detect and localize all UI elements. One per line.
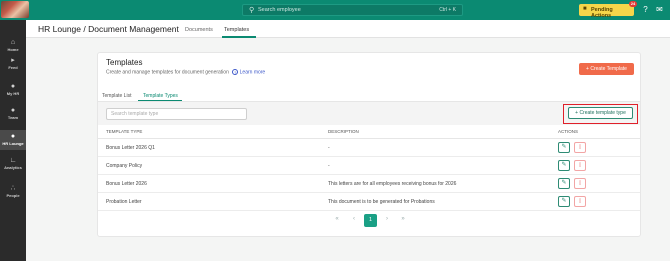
tab-documents[interactable]: Documents [185,27,213,33]
employee-search-input[interactable]: ⚲ Search employee Ctrl + K [242,4,463,16]
megaphone-icon: ▸ [11,57,15,64]
previous-page-icon[interactable]: ‹ [349,216,359,222]
template-type-cell: Bonus Letter 2026 Q1 [106,145,155,151]
sidebar-item-team[interactable]: ● Team [0,104,26,124]
page-button-current[interactable]: 1 [364,214,377,227]
pending-actions-button[interactable]: ■ Pending Actions 24 [579,1,637,19]
first-page-icon[interactable]: « [332,216,342,222]
trash-icon: ▯ [578,198,582,204]
template-type-cell: Probation Letter [106,199,142,205]
sidebar-item-analytics[interactable]: ∟ Analytics [0,154,26,174]
pagination: « ‹ 1 › » [98,213,640,229]
help-icon: ? [232,69,239,75]
sidebar-item-hr-lounge[interactable]: ● HR Lounge [0,130,26,150]
top-bar: ⚲ Search employee Ctrl + K ■ Pending Act… [0,0,670,20]
sidebar-item-label: HR Lounge [2,141,24,146]
plus-icon: + [575,110,579,116]
template-type-cell: Bonus Letter 2026 [106,181,147,187]
card-subtitle: Create and manage templates for document… [106,69,265,75]
sidebar-item-my-hr[interactable]: ● My HR [0,80,26,100]
hr-lounge-icon: ● [10,133,16,140]
announcement-icon[interactable]: ✉ [655,5,664,14]
card-title: Templates [106,58,143,67]
page-header: HR Lounge / Document Management Document… [26,20,670,38]
sidebar-item-label: My HR [6,91,20,96]
description-cell: - [328,163,330,169]
chart-icon: ∟ [9,157,17,164]
tab-template-types[interactable]: Template Types [143,93,178,99]
table-row: Probation Letter This document is to be … [98,193,640,211]
sidebar-item-label: People [6,193,20,198]
create-template-type-button[interactable]: + Create template type [568,107,633,119]
trash-icon: ▯ [578,144,582,150]
card-subtitle-text: Create and manage templates for document… [106,69,229,76]
table-header: TEMPLATE TYPE DESCRIPTION ACTIONS [98,125,640,139]
company-logo[interactable] [1,1,29,18]
template-type-cell: Company Policy [106,163,143,169]
delete-button[interactable]: ▯ [574,160,586,171]
sidebar-item-label: Team [7,115,19,120]
edit-button[interactable]: ✎ [558,160,570,171]
help-icon[interactable]: ? [641,5,650,14]
pencil-icon: ✎ [561,162,567,168]
description-cell: - [328,145,330,151]
tab-templates[interactable]: Templates [224,27,249,33]
pencil-icon: ✎ [561,144,567,150]
sidebar-item-label: Analytics [4,165,22,170]
delete-button[interactable]: ▯ [574,178,586,189]
templates-card: Templates Create and manage templates fo… [97,52,641,237]
table-row: Company Policy - ✎ ▯ [98,157,640,175]
template-type-search-input[interactable]: Search template type [106,108,247,120]
search-placeholder: Search template type [111,111,159,117]
next-page-icon[interactable]: › [382,216,392,222]
sidebar: ⌂ Home ▸ Feed ● My HR ● Team ● HR Lounge… [0,20,26,261]
tab-template-list[interactable]: Template List [102,93,131,99]
trash-icon: ▯ [578,180,582,186]
description-cell: This document is to be generated for Pro… [328,199,435,205]
page-title: HR Lounge / Document Management [38,24,179,34]
pencil-icon: ✎ [561,198,567,204]
delete-button[interactable]: ▯ [574,196,586,207]
team-icon: ● [10,107,16,114]
user-icon: ● [10,83,16,90]
search-icon: ⚲ [249,7,255,14]
sidebar-item-label: Feed [8,65,18,70]
sidebar-item-people[interactable]: ∴ People [0,182,26,202]
search-shortcut: Ctrl + K [439,7,456,13]
create-template-type-label: Create template type [579,110,626,116]
description-cell: This letters are for all employees recei… [328,181,457,187]
column-description: DESCRIPTION [328,129,359,134]
column-actions: ACTIONS [558,129,579,134]
edit-button[interactable]: ✎ [558,196,570,207]
table-toolbar: Search template type + Create template t… [98,102,640,125]
people-icon: ∴ [10,185,16,192]
pending-count-badge: 24 [629,1,637,7]
sidebar-item-label: Home [7,47,19,52]
trash-icon: ▯ [578,162,582,168]
bell-icon: ■ [583,6,587,12]
column-template-type: TEMPLATE TYPE [106,129,143,134]
search-placeholder: Search employee [258,7,301,13]
delete-button[interactable]: ▯ [574,142,586,153]
edit-button[interactable]: ✎ [558,142,570,153]
edit-button[interactable]: ✎ [558,178,570,189]
learn-more-link[interactable]: Learn more [240,69,266,75]
table-row: Bonus Letter 2026 Q1 - ✎ ▯ [98,139,640,157]
sidebar-item-home[interactable]: ⌂ Home [0,36,26,56]
create-template-button[interactable]: + Create Template [579,63,634,75]
active-tab-indicator [222,36,256,38]
home-icon: ⌂ [10,39,16,46]
table-row: Bonus Letter 2026 This letters are for a… [98,175,640,193]
pencil-icon: ✎ [561,180,567,186]
last-page-icon[interactable]: » [398,216,408,222]
sidebar-item-feed[interactable]: ▸ Feed [0,54,26,74]
pending-actions-label: Pending Actions [591,7,613,19]
